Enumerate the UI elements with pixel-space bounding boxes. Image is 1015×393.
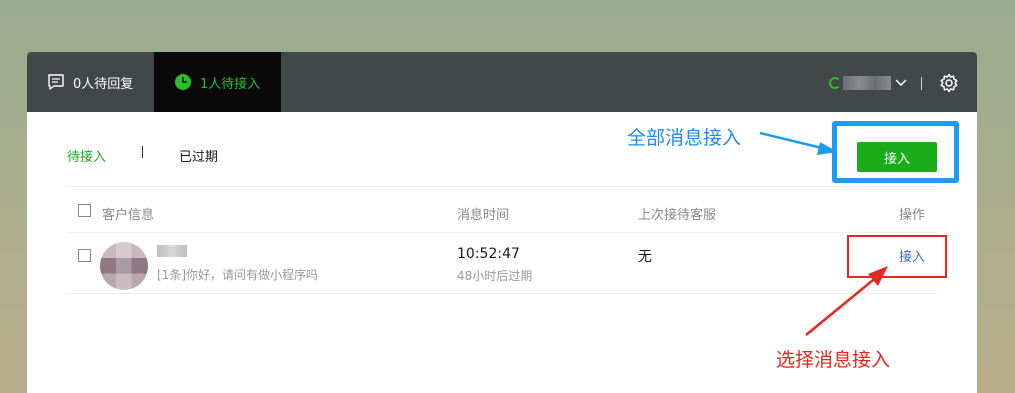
annotation-arrows	[759, 131, 888, 336]
accept-all-annotation: 全部消息接入	[627, 127, 742, 149]
red-arrow	[805, 266, 888, 336]
blue-arrow	[759, 131, 838, 155]
select-accept-annotation: 选择消息接入	[776, 349, 891, 371]
